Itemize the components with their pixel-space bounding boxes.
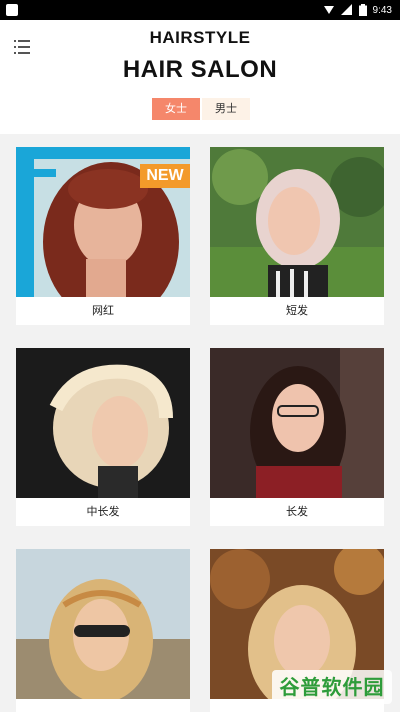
signal-icon [323,6,334,14]
card-label: 长发 [286,505,308,518]
wifi-icon [340,4,352,15]
card-short-hair[interactable]: 短发 [210,147,384,325]
hairstyle-grid: NEW 网红 短发 中长发 长发 [0,134,400,712]
card-label: 网红 [92,304,114,317]
hair-photo-image [16,549,190,699]
card-label: 中长发 [86,505,120,518]
notification-icon [6,4,18,16]
app-title: HAIR SALON [122,56,278,83]
card-photo [210,348,384,498]
hair-photo-image [16,348,190,498]
card-style-5[interactable] [16,549,190,712]
tab-men[interactable]: 男士 [202,98,250,120]
tab-women[interactable]: 女士 [152,98,200,120]
hair-photo-image [210,348,384,498]
status-bar: 9:43 [0,0,400,20]
header: HAIRSTYLE HAIR SALON 女士 男士 [0,20,400,130]
status-time: 9:43 [372,4,392,16]
gender-tabs: 女士 男士 [152,98,250,120]
card-label: 短发 [286,304,308,317]
app-subtitle: HAIRSTYLE [149,28,251,47]
hair-photo-image [210,147,384,297]
card-photo [16,549,190,699]
card-label [16,699,190,712]
status-icons: 9:43 [323,3,392,17]
watermark-logo: 谷普软件园 [272,670,392,704]
card-long-hair[interactable]: 长发 [210,348,384,526]
card-photo [16,348,190,498]
card-photo [210,147,384,297]
card-influencer[interactable]: NEW 网红 [16,147,190,325]
battery-icon [358,4,367,16]
new-badge: NEW [140,164,190,188]
card-medium-hair[interactable]: 中长发 [16,348,190,526]
